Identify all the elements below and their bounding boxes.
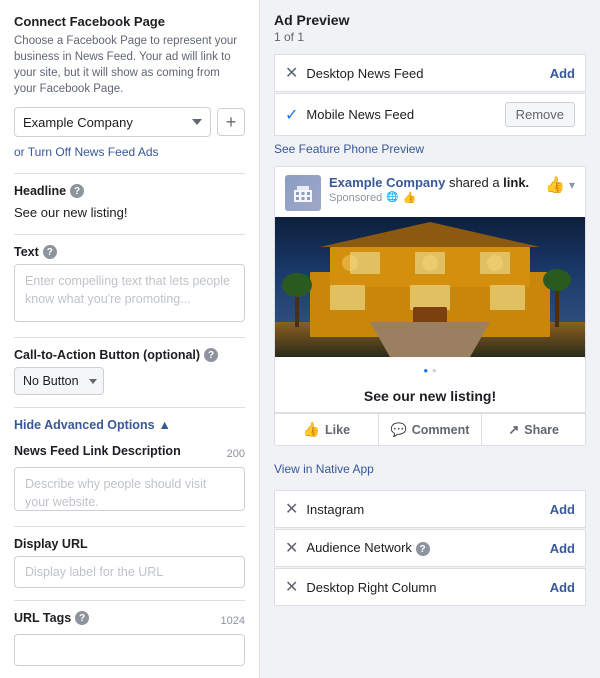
like-icon: 👍 bbox=[303, 421, 320, 438]
fb-page-row: Example Company + bbox=[14, 107, 245, 137]
ad-sponsored: Sponsored 🌐 👍 bbox=[329, 191, 537, 204]
add-desktop-button[interactable]: Add bbox=[550, 66, 575, 81]
placement-desktop-news-feed[interactable]: ✕ Desktop News Feed Add bbox=[274, 54, 586, 92]
url-tags-input[interactable] bbox=[14, 634, 245, 666]
ad-card-header: Example Company shared a link. Sponsored… bbox=[275, 167, 585, 217]
audience-help-icon[interactable]: ? bbox=[416, 542, 430, 556]
add-page-button[interactable]: + bbox=[217, 108, 245, 136]
share-button[interactable]: ↗ Share bbox=[482, 414, 585, 445]
headline-label: Headline ? bbox=[14, 184, 245, 198]
ad-actions: 👍 Like 💬 Comment ↗ Share bbox=[275, 413, 585, 445]
globe-icon: 🌐 bbox=[386, 192, 398, 203]
view-native-link[interactable]: View in Native App bbox=[274, 456, 586, 482]
text-label: Text ? bbox=[14, 245, 245, 259]
chevron-down-icon[interactable]: ▾ bbox=[569, 178, 575, 192]
url-tags-group: URL Tags ? 1024 bbox=[14, 611, 245, 666]
comment-icon: 💬 bbox=[391, 422, 407, 438]
add-desktop-right-button[interactable]: Add bbox=[550, 580, 575, 595]
ad-header-text: Example Company shared a link. Sponsored… bbox=[329, 175, 537, 204]
comment-label: Comment bbox=[412, 423, 470, 437]
ad-preview-title: Ad Preview bbox=[274, 12, 586, 28]
share-icon: ↗ bbox=[508, 422, 519, 438]
placement-label-instagram: Instagram bbox=[306, 502, 549, 517]
feature-phone-link[interactable]: See Feature Phone Preview bbox=[274, 142, 586, 156]
placement-mobile-news-feed[interactable]: ✓ Mobile News Feed Remove bbox=[274, 93, 586, 136]
ad-header-actions: 👍 ▾ bbox=[545, 175, 575, 195]
url-tags-label: URL Tags ? bbox=[14, 611, 89, 625]
divider-4 bbox=[14, 407, 245, 408]
divider-1 bbox=[14, 173, 245, 174]
remove-mobile-button[interactable]: Remove bbox=[505, 102, 575, 127]
close-icon-desktop-right: ✕ bbox=[285, 577, 298, 597]
connect-title: Connect Facebook Page bbox=[14, 14, 245, 29]
ad-company-name: Example Company bbox=[329, 175, 445, 190]
divider-2 bbox=[14, 234, 245, 235]
url-tags-char-count: 1024 bbox=[221, 615, 245, 627]
headline-group: Headline ? See our new listing! bbox=[14, 184, 245, 222]
ad-image bbox=[275, 217, 585, 357]
ad-card: Example Company shared a link. Sponsored… bbox=[274, 166, 586, 446]
right-panel: Ad Preview 1 of 1 ✕ Desktop News Feed Ad… bbox=[260, 0, 600, 678]
placement-label-desktop: Desktop News Feed bbox=[306, 66, 549, 81]
headline-value: See our new listing! bbox=[14, 203, 245, 222]
carousel-dots: ● ● bbox=[275, 357, 585, 380]
display-url-group: Display URL bbox=[14, 537, 245, 588]
news-feed-input[interactable] bbox=[14, 467, 245, 511]
cta-help-icon[interactable]: ? bbox=[204, 348, 218, 362]
add-instagram-button[interactable]: Add bbox=[550, 502, 575, 517]
cta-group: Call-to-Action Button (optional) ? No Bu… bbox=[14, 348, 245, 395]
news-feed-group: News Feed Link Description 200 bbox=[14, 444, 245, 514]
cta-label: Call-to-Action Button (optional) ? bbox=[14, 348, 245, 362]
house-image-svg bbox=[275, 217, 585, 357]
url-tags-header-row: URL Tags ? 1024 bbox=[14, 611, 245, 630]
divider-6 bbox=[14, 600, 245, 601]
fb-page-select[interactable]: Example Company bbox=[14, 107, 211, 137]
divider-5 bbox=[14, 526, 245, 527]
connect-desc: Choose a Facebook Page to represent your… bbox=[14, 33, 245, 97]
divider-3 bbox=[14, 337, 245, 338]
close-icon-audience: ✕ bbox=[285, 538, 298, 558]
text-input[interactable] bbox=[14, 264, 245, 322]
text-help-icon[interactable]: ? bbox=[43, 245, 57, 259]
ad-avatar bbox=[285, 175, 321, 211]
ad-preview-count: 1 of 1 bbox=[274, 30, 586, 44]
close-icon: ✕ bbox=[285, 63, 298, 83]
placement-label-audience: Audience Network ? bbox=[306, 540, 549, 557]
left-panel: Connect Facebook Page Choose a Facebook … bbox=[0, 0, 260, 678]
cta-select[interactable]: No Button bbox=[14, 367, 104, 395]
chevron-up-icon: ▲ bbox=[159, 418, 171, 432]
company-logo-icon bbox=[292, 182, 314, 204]
news-feed-header-row: News Feed Link Description 200 bbox=[14, 444, 245, 463]
ad-shared-text: shared a link. bbox=[449, 175, 529, 190]
share-label: Share bbox=[524, 423, 559, 437]
close-icon-instagram: ✕ bbox=[285, 499, 298, 519]
hide-advanced-link[interactable]: Hide Advanced Options ▲ bbox=[14, 418, 245, 432]
thumbs-small-icon: 👍 bbox=[403, 191, 417, 204]
display-url-input[interactable] bbox=[14, 556, 245, 588]
cta-select-wrap: No Button bbox=[14, 367, 104, 395]
news-feed-char-count: 200 bbox=[227, 448, 245, 460]
check-icon: ✓ bbox=[285, 105, 298, 125]
like-button[interactable]: 👍 Like bbox=[275, 414, 379, 445]
placement-label-desktop-right: Desktop Right Column bbox=[306, 580, 549, 595]
news-feed-label: News Feed Link Description bbox=[14, 444, 181, 458]
like-label: Like bbox=[325, 423, 350, 437]
placement-label-mobile: Mobile News Feed bbox=[306, 107, 504, 122]
text-group: Text ? bbox=[14, 245, 245, 325]
comment-button[interactable]: 💬 Comment bbox=[379, 414, 483, 445]
placement-audience-network[interactable]: ✕ Audience Network ? Add bbox=[274, 529, 586, 567]
placement-section-bottom: ✕ Instagram Add ✕ Audience Network ? Add… bbox=[274, 490, 586, 606]
placement-desktop-right-column[interactable]: ✕ Desktop Right Column Add bbox=[274, 568, 586, 606]
placement-instagram[interactable]: ✕ Instagram Add bbox=[274, 490, 586, 528]
add-audience-button[interactable]: Add bbox=[550, 541, 575, 556]
display-url-label: Display URL bbox=[14, 537, 245, 551]
headline-help-icon[interactable]: ? bbox=[70, 184, 84, 198]
ad-company-line: Example Company shared a link. bbox=[329, 175, 537, 190]
ad-cta-bar: See our new listing! bbox=[275, 380, 585, 413]
thumb-up-icon: 👍 bbox=[545, 175, 565, 195]
ad-avatar-bg bbox=[285, 175, 321, 211]
url-tags-help-icon[interactable]: ? bbox=[75, 611, 89, 625]
turn-off-link[interactable]: or Turn Off News Feed Ads bbox=[14, 145, 245, 159]
